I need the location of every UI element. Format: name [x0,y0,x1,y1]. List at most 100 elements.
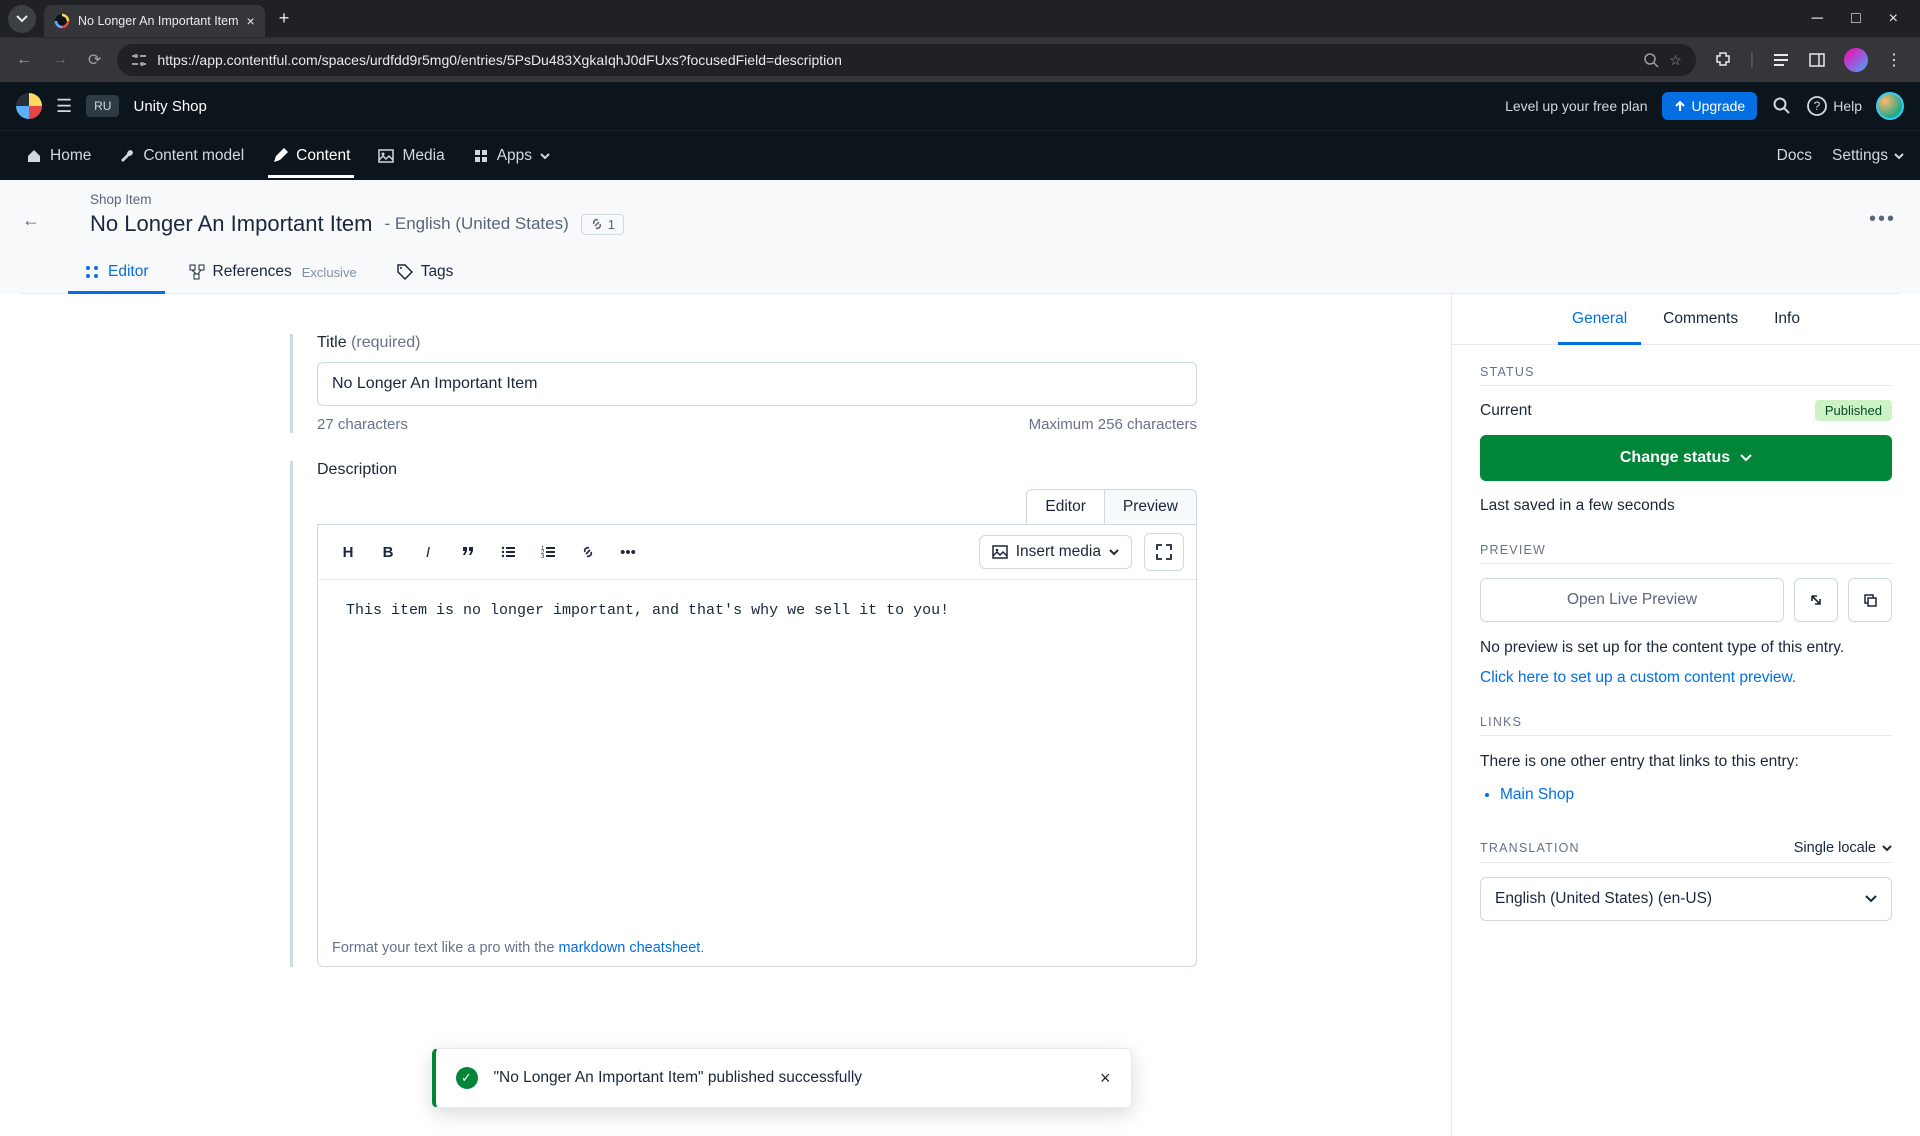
nav-settings[interactable]: Settings [1832,147,1904,165]
svg-text:?: ? [1814,99,1821,113]
reading-list-icon[interactable] [1772,51,1790,69]
user-avatar[interactable] [1876,92,1904,120]
extensions-icon[interactable] [1714,51,1732,69]
title-char-max: Maximum 256 characters [1029,416,1197,433]
side-tab-general[interactable]: General [1558,294,1641,344]
chevron-down-icon [1894,151,1904,161]
cheatsheet-link[interactable]: markdown cheatsheet [558,940,700,956]
editor-footer: Format your text like a pro with the mar… [318,930,1196,966]
entry-subtabs: Editor References Exclusive Tags [20,251,1900,294]
description-textarea[interactable]: This item is no longer important, and th… [318,580,1196,930]
description-tab-editor[interactable]: Editor [1026,489,1105,525]
markdown-editor: H B I 123 ••• Insert media [317,524,1197,967]
translation-mode-toggle[interactable]: Single locale [1794,840,1892,856]
toast-message: "No Longer An Important Item" published … [494,1069,1084,1087]
tabs-dropdown-button[interactable] [8,5,36,33]
browser-back-button[interactable]: ← [12,47,36,73]
browser-reload-button[interactable]: ⟳ [84,46,105,74]
editor-icon [84,264,100,280]
browser-tab-strip: No Longer An Important Item × + ─ □ × [0,0,1920,37]
image-icon [378,148,394,164]
description-label: Description [317,461,1190,479]
open-external-icon[interactable] [1794,578,1838,622]
tab-close-button[interactable]: × [247,13,255,29]
italic-button[interactable]: I [410,534,446,570]
nav-content[interactable]: Content [262,135,360,177]
copy-icon[interactable] [1848,578,1892,622]
upgrade-button[interactable]: Upgrade [1662,92,1758,120]
chevron-down-icon [540,151,550,161]
link-icon [590,217,604,231]
nav-media[interactable]: Media [368,135,454,177]
tag-icon [397,264,413,280]
setup-preview-link[interactable]: Click here to set up a custom content pr… [1480,669,1892,687]
preview-text: No preview is set up for the content typ… [1480,636,1892,659]
field-title: Title (required) 27 characters Maximum 2… [290,334,1190,433]
nav-content-model[interactable]: Content model [109,135,254,177]
chevron-down-icon [16,13,28,25]
search-icon[interactable] [1771,95,1793,117]
browser-profile-avatar[interactable] [1844,48,1868,72]
help-button[interactable]: ? Help [1807,96,1862,116]
locale-select[interactable]: English (United States) (en-US) [1480,877,1892,921]
quote-button[interactable] [450,534,486,570]
browser-tab[interactable]: No Longer An Important Item × [44,5,265,37]
incoming-links-badge[interactable]: 1 [581,214,624,235]
bold-button[interactable]: B [370,534,406,570]
nav-home[interactable]: Home [16,135,101,177]
org-chip[interactable]: RU [86,95,119,117]
puzzle-icon [473,148,489,164]
main-column: Title (required) 27 characters Maximum 2… [0,294,1452,1136]
contentful-favicon-icon [54,13,70,29]
browser-menu-icon[interactable]: ⋮ [1886,50,1902,70]
contentful-logo-icon[interactable] [16,93,42,119]
nav-docs[interactable]: Docs [1777,147,1812,165]
zoom-icon[interactable] [1644,53,1659,68]
entry-actions-menu[interactable]: ••• [1869,208,1896,231]
side-tab-comments[interactable]: Comments [1649,294,1752,344]
field-description: Description Editor Preview H B I 123 ••• [290,461,1190,967]
heading-button[interactable]: H [330,534,366,570]
site-settings-icon[interactable] [131,52,147,68]
title-label: Title (required) [317,334,1190,352]
link-button[interactable] [570,534,606,570]
change-status-button[interactable]: Change status [1480,435,1892,481]
side-tab-info[interactable]: Info [1760,294,1814,344]
side-panel: General Comments Info STATUS Current Pub… [1452,294,1920,1136]
address-bar[interactable]: https://app.contentful.com/spaces/urdfdd… [117,44,1695,76]
menu-toggle-button[interactable]: ☰ [56,96,72,117]
maximize-window-button[interactable]: □ [1845,6,1867,32]
space-name[interactable]: Unity Shop [133,98,206,115]
bookmark-icon[interactable]: ☆ [1669,52,1682,69]
last-saved-text: Last saved in a few seconds [1480,497,1892,515]
pen-icon [272,148,288,164]
links-text: There is one other entry that links to t… [1480,750,1892,773]
description-tab-preview[interactable]: Preview [1105,489,1197,525]
subtab-editor[interactable]: Editor [68,251,165,293]
back-button[interactable]: ← [22,210,40,231]
insert-media-button[interactable]: Insert media [979,535,1132,569]
close-window-button[interactable]: × [1883,6,1904,32]
minimize-window-button[interactable]: ─ [1806,6,1829,32]
nav-apps[interactable]: Apps [463,135,560,177]
incoming-link-item[interactable]: Main Shop [1500,784,1892,806]
entry-title: No Longer An Important Item [90,211,373,237]
app-header: ☰ RU Unity Shop Level up your free plan … [0,82,1920,130]
browser-forward-button[interactable]: → [48,47,72,73]
title-input[interactable] [317,362,1197,406]
ol-button[interactable]: 123 [530,534,566,570]
subtab-references[interactable]: References Exclusive [173,251,373,293]
ul-button[interactable] [490,534,526,570]
subtab-tags[interactable]: Tags [381,251,470,293]
svg-text:3: 3 [541,554,545,560]
expand-icon [1156,544,1172,560]
side-panel-icon[interactable] [1808,51,1826,69]
more-button[interactable]: ••• [610,534,646,570]
chevron-down-icon [1740,452,1752,464]
new-tab-button[interactable]: + [273,8,296,29]
toast-close-button[interactable]: × [1100,1068,1111,1089]
open-live-preview-button[interactable]: Open Live Preview [1480,578,1784,622]
wrench-icon [119,148,135,164]
fullscreen-button[interactable] [1144,533,1184,571]
plan-hint: Level up your free plan [1505,98,1647,114]
